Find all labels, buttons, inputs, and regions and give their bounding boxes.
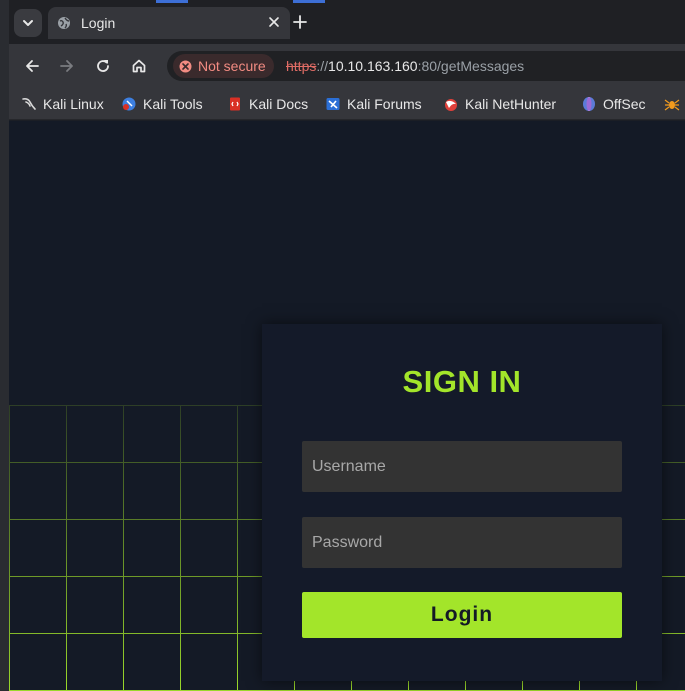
bookmark-kali-tools[interactable]: Kali Tools (121, 94, 203, 114)
kali-docs-icon (230, 97, 240, 111)
kali-nethunter-icon (445, 99, 457, 111)
security-label: Not secure (198, 58, 266, 74)
chevron-down-icon (23, 20, 33, 26)
tab-list-button[interactable] (14, 9, 42, 37)
login-card: SIGN IN Login (262, 324, 662, 681)
close-icon[interactable] (268, 16, 280, 28)
reload-icon (97, 60, 109, 72)
home-icon (132, 59, 146, 73)
address-bar[interactable]: Not secure https://10.10.163.160:80/getM… (167, 51, 685, 81)
bookmark-label: OffSec (603, 96, 646, 112)
back-button[interactable] (21, 55, 43, 77)
reload-button[interactable] (92, 55, 114, 77)
url-scheme: https (286, 58, 317, 74)
forward-button[interactable] (56, 55, 78, 77)
bookmark-label: Kali Tools (143, 96, 203, 112)
page-title: SIGN IN (402, 364, 522, 399)
tab-login[interactable]: Login (48, 7, 290, 39)
bookmark-kali-docs[interactable]: Kali Docs (227, 94, 308, 114)
bookmark-label: Kali Docs (249, 96, 309, 112)
password-field[interactable] (302, 517, 622, 568)
bookmark-kali-forums[interactable]: Kali Forums (325, 94, 422, 114)
tab-bar: Login (9, 0, 685, 44)
globe-icon (58, 17, 70, 29)
kali-dragon-icon (22, 98, 36, 110)
home-button[interactable] (128, 55, 150, 77)
login-button[interactable]: Login (302, 592, 622, 638)
bookmarks-bar: Kali Linux Kali Tools Kali Docs Kali For… (9, 88, 685, 120)
security-chip[interactable]: Not secure (173, 54, 274, 78)
bookmark-kali-linux[interactable]: Kali Linux (21, 94, 104, 114)
page-viewport: SIGN IN Login (9, 121, 685, 691)
exploit-db-icon (664, 99, 680, 111)
kali-tools-icon (122, 97, 136, 111)
bookmark-label: Kali NetHunter (465, 96, 557, 112)
background-window-strip (0, 0, 9, 691)
bookmark-offsec[interactable]: OffSec (581, 94, 646, 114)
url-path: :80/getMessages (417, 58, 525, 74)
offsec-icon (583, 97, 595, 111)
new-tab-icon[interactable] (292, 14, 308, 30)
bookmark-label: Kali Forums (347, 96, 422, 112)
url-separator: :// (316, 58, 329, 74)
bookmark-exploit-db[interactable] (664, 94, 680, 114)
not-secure-icon (179, 60, 192, 72)
browser-toolbar: Not secure https://10.10.163.160:80/getM… (9, 44, 685, 88)
bookmark-label: Kali Linux (43, 96, 104, 112)
username-field[interactable] (302, 441, 622, 492)
tab-indicator (293, 0, 325, 3)
kali-forums-icon (326, 98, 340, 110)
url-host: 10.10.163.160 (328, 58, 418, 74)
tab-indicator (156, 0, 188, 3)
url-text[interactable]: https://10.10.163.160:80/getMessages (286, 58, 524, 74)
arrow-right-icon (60, 60, 73, 72)
bookmark-kali-nethunter[interactable]: Kali NetHunter (443, 94, 556, 114)
arrow-left-icon (26, 60, 39, 72)
tab-title: Login (81, 15, 116, 31)
